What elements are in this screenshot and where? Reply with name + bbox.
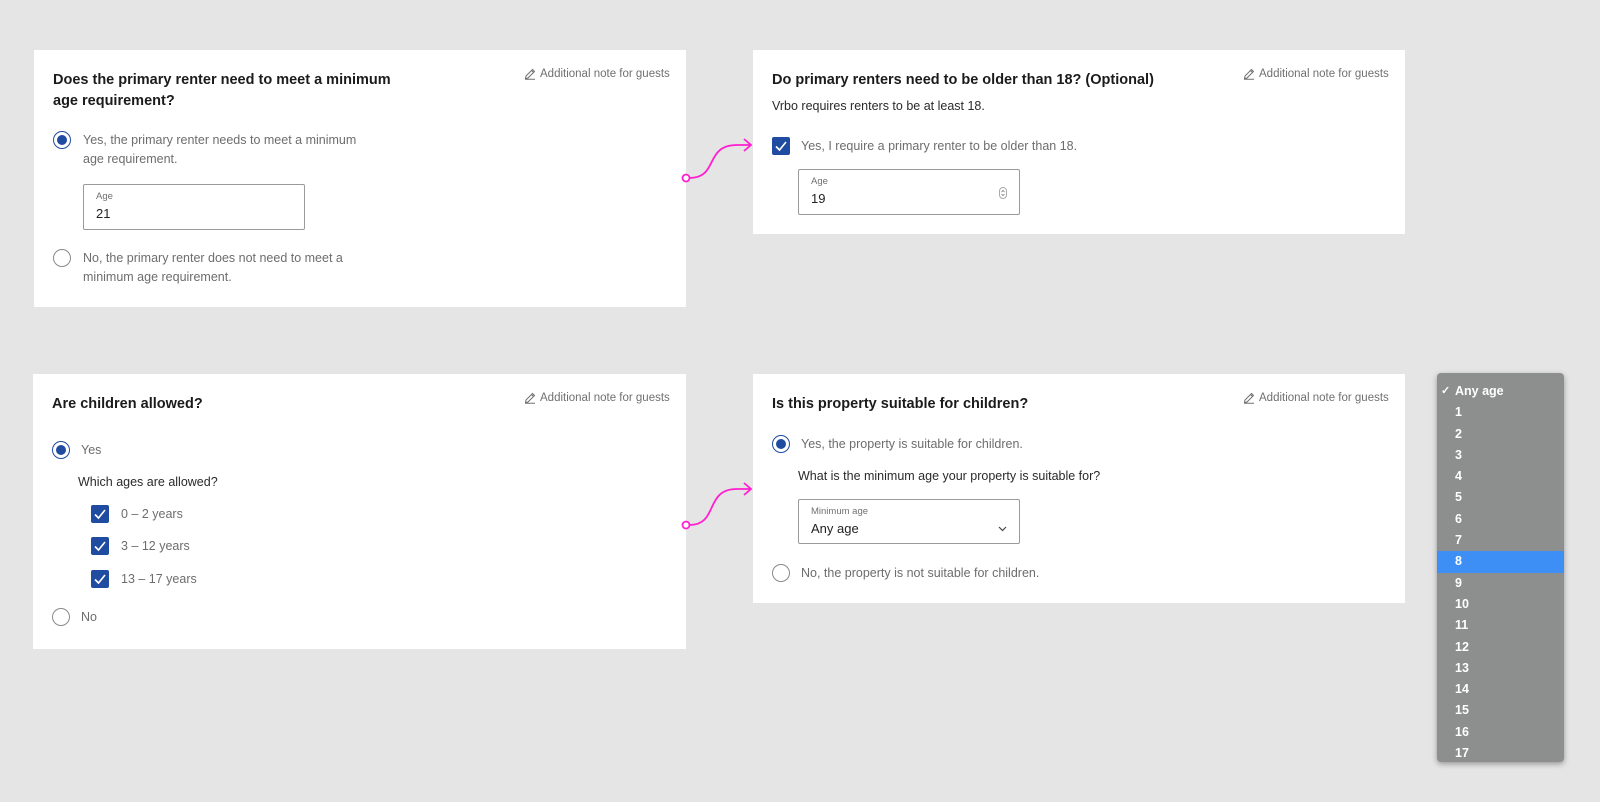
note-label: Additional note for guests: [1259, 392, 1389, 404]
age-range-label: 3 – 12 years: [121, 539, 190, 553]
note-label: Additional note for guests: [540, 392, 670, 404]
checkbox-age-range-13-17[interactable]: [91, 570, 109, 588]
checkmark-icon: [775, 141, 787, 152]
radio-children-no-label: No: [81, 610, 97, 624]
minimum-age-dropdown-menu: ✓ Any age 1 2 3 4 5 6 7 8 9 10 11 12 13 1…: [1437, 373, 1564, 762]
select-value: Any age: [811, 521, 859, 536]
age-number-input[interactable]: Age 19: [798, 169, 1020, 215]
age-input[interactable]: Age 21: [83, 184, 305, 230]
card-title: Do primary renters need to be older than…: [772, 72, 1154, 88]
dropdown-option[interactable]: 16: [1437, 722, 1564, 743]
min-age-question: What is the minimum age your property is…: [798, 469, 1101, 483]
dropdown-option[interactable]: 3: [1437, 445, 1564, 466]
checkbox-older-than-18-label: Yes, I require a primary renter to be ol…: [801, 139, 1078, 153]
age-input-label: Age: [96, 191, 113, 202]
card-title: Does the primary renter need to meet a m…: [53, 72, 391, 109]
select-label: Minimum age: [811, 506, 869, 517]
checkmark-icon: [94, 574, 106, 585]
dropdown-option[interactable]: 7: [1437, 530, 1564, 551]
dropdown-option[interactable]: 4: [1437, 466, 1564, 487]
radio-suitable-yes-label: Yes, the property is suitable for childr…: [801, 437, 1023, 451]
note-label: Additional note for guests: [540, 68, 670, 80]
dropdown-option[interactable]: 2: [1437, 424, 1564, 445]
radio-min-age-no-label: No, the primary renter does not need to …: [83, 251, 343, 284]
card-suitable-for-children: Is this property suitable for children? …: [753, 374, 1405, 603]
dropdown-option[interactable]: 15: [1437, 700, 1564, 721]
checkmark-icon: ✓: [1441, 385, 1451, 397]
additional-note-link[interactable]: Additional note for guests: [1243, 392, 1389, 404]
dropdown-option[interactable]: 6: [1437, 509, 1564, 530]
checkmark-icon: [94, 541, 106, 552]
minimum-age-select[interactable]: Minimum age Any age: [798, 499, 1020, 544]
radio-suitable-yes[interactable]: [772, 435, 790, 453]
card-title: Is this property suitable for children?: [772, 396, 1029, 412]
additional-note-link[interactable]: Additional note for guests: [1243, 68, 1389, 80]
dropdown-option[interactable]: 12: [1437, 637, 1564, 658]
pencil-icon: [524, 68, 536, 80]
age-input-label: Age: [811, 176, 828, 187]
additional-note-link[interactable]: Additional note for guests: [524, 68, 670, 80]
radio-min-age-yes[interactable]: [53, 131, 71, 149]
dropdown-option-any-age[interactable]: ✓ Any age: [1437, 381, 1564, 402]
age-input-value: 19: [811, 191, 826, 206]
note-label: Additional note for guests: [1259, 68, 1389, 80]
dropdown-option[interactable]: 1: [1437, 402, 1564, 423]
connector-arrow-top: [681, 138, 753, 183]
checkmark-icon: [94, 509, 106, 520]
checkbox-older-than-18[interactable]: [772, 137, 790, 155]
spinner-icon[interactable]: [999, 186, 1007, 204]
checkbox-age-range-3-12[interactable]: [91, 537, 109, 555]
radio-min-age-yes-label: Yes, the primary renter needs to meet a …: [83, 133, 357, 166]
card-subtitle: Vrbo requires renters to be at least 18.: [772, 99, 985, 113]
radio-suitable-no-label: No, the property is not suitable for chi…: [801, 566, 1040, 580]
card-title: Are children allowed?: [52, 396, 203, 412]
radio-children-yes[interactable]: [52, 441, 70, 459]
radio-children-yes-label: Yes: [81, 443, 102, 457]
dropdown-option-highlighted[interactable]: 8: [1437, 551, 1564, 573]
card-older-than-18: Do primary renters need to be older than…: [753, 50, 1405, 234]
dropdown-option[interactable]: 13: [1437, 658, 1564, 679]
pencil-icon: [1243, 68, 1255, 80]
dropdown-option[interactable]: 11: [1437, 615, 1564, 636]
age-range-label: 0 – 2 years: [121, 507, 183, 521]
pencil-icon: [1243, 392, 1255, 404]
dropdown-option[interactable]: 14: [1437, 679, 1564, 700]
dropdown-option[interactable]: 9: [1437, 573, 1564, 594]
pencil-icon: [524, 392, 536, 404]
age-input-value: 21: [96, 206, 111, 221]
card-minimum-age: Does the primary renter need to meet a m…: [34, 50, 686, 307]
ages-question: Which ages are allowed?: [78, 475, 218, 489]
dropdown-option[interactable]: 17: [1437, 743, 1564, 764]
additional-note-link[interactable]: Additional note for guests: [524, 392, 670, 404]
connector-arrow-bottom: [681, 482, 753, 530]
checkbox-age-range-0-2[interactable]: [91, 505, 109, 523]
dropdown-option[interactable]: 5: [1437, 487, 1564, 508]
radio-children-no[interactable]: [52, 608, 70, 626]
card-children-allowed: Are children allowed? Additional note fo…: [33, 374, 686, 649]
radio-min-age-no[interactable]: [53, 249, 71, 267]
radio-suitable-no[interactable]: [772, 564, 790, 582]
dropdown-option[interactable]: 10: [1437, 594, 1564, 615]
age-range-label: 13 – 17 years: [121, 572, 197, 586]
chevron-down-icon: [998, 519, 1007, 537]
